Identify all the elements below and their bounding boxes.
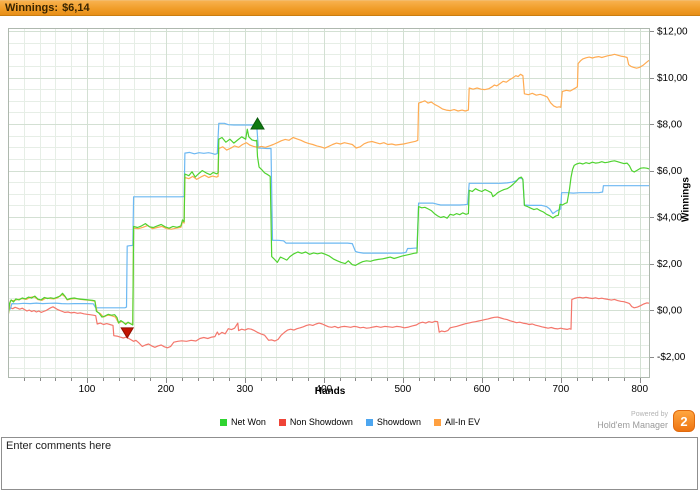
legend-label: Net Won xyxy=(231,417,266,427)
winnings-chart-svg: 100 200 300 400 500 600 700 800$12,00$10,00$8,0… xyxy=(8,27,688,395)
x-axis-title: Hands xyxy=(314,386,346,397)
legend: Net Won Non Showdown Showdown All-In EV xyxy=(0,417,700,427)
legend-item-showdown: Showdown xyxy=(365,417,421,427)
legend-swatch-icon xyxy=(433,418,441,426)
y-axis-title: Winnings xyxy=(680,177,692,222)
powered-by-label: Powered by xyxy=(631,411,668,419)
legend-label: Showdown xyxy=(376,417,421,427)
svg-text:$4,00: $4,00 xyxy=(657,213,682,224)
winnings-header-value: $6,14 xyxy=(62,2,90,14)
legend-swatch-icon xyxy=(220,418,228,426)
legend-item-non-showdown: Non Showdown xyxy=(278,417,353,427)
legend-item-net-won: Net Won xyxy=(220,417,266,427)
holdem-manager-graph-window: Winnings: $6,14 100 200 300 400 500 600 700 800… xyxy=(0,0,700,492)
legend-swatch-icon xyxy=(278,418,286,426)
winnings-header-label: Winnings: xyxy=(5,2,59,14)
svg-text:$2,00: $2,00 xyxy=(657,259,682,270)
svg-text:$8,00: $8,00 xyxy=(657,120,682,131)
holdem-manager-label: Hold'em Manager xyxy=(597,419,668,430)
holdem-manager-2-badge: 2 xyxy=(673,410,695,432)
winnings-header-bar: Winnings: $6,14 xyxy=(0,0,700,16)
branding-text: Powered by Hold'em Manager xyxy=(597,411,668,430)
svg-text:$0,00: $0,00 xyxy=(657,306,682,317)
comments-input[interactable] xyxy=(1,437,698,490)
legend-label: Non Showdown xyxy=(289,417,353,427)
legend-item-all-in-ev: All-In EV xyxy=(433,417,480,427)
svg-text:$6,00: $6,00 xyxy=(657,166,682,177)
legend-swatch-icon xyxy=(365,418,373,426)
svg-text:$10,00: $10,00 xyxy=(657,73,688,84)
branding: Powered by Hold'em Manager 2 xyxy=(597,410,695,432)
svg-text:$12,00: $12,00 xyxy=(657,27,688,38)
legend-label: All-In EV xyxy=(444,417,480,427)
svg-text:-$2,00: -$2,00 xyxy=(657,352,686,363)
